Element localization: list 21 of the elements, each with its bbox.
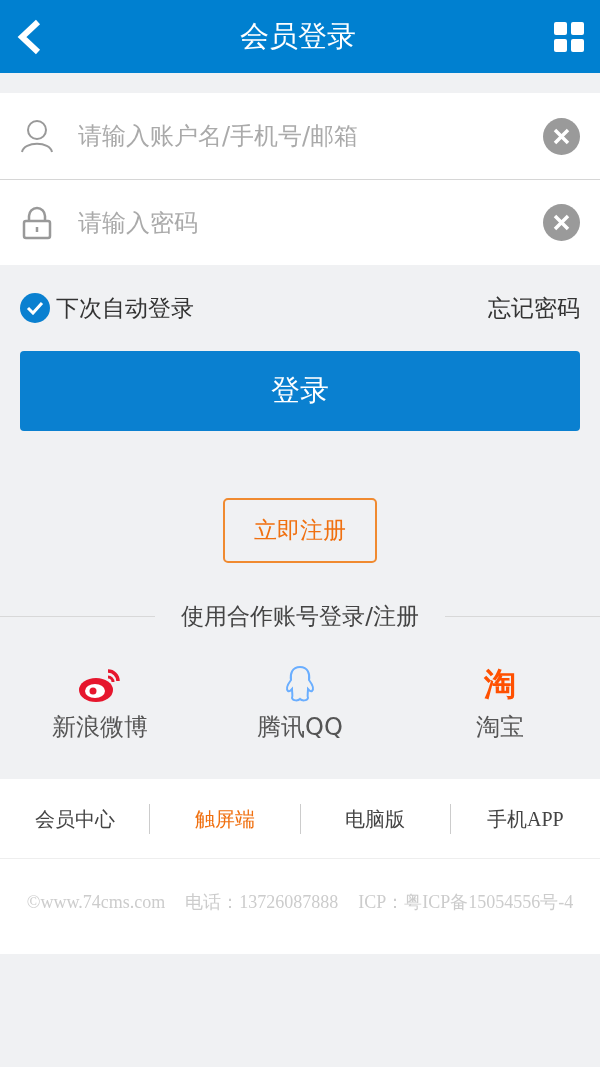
footer-link[interactable]: 会员中心 xyxy=(34,803,115,834)
back-icon[interactable] xyxy=(16,18,42,55)
partner-link[interactable]: 淘宝 xyxy=(476,709,524,745)
checkbox[interactable] xyxy=(20,293,50,323)
forgot-password-link[interactable]: 忘记密码 xyxy=(488,290,580,326)
input-field[interactable]: 请输入密码 xyxy=(78,204,543,241)
footer-link[interactable]: 电脑版 xyxy=(345,803,406,834)
lock-icon xyxy=(22,205,52,240)
check-icon xyxy=(26,301,44,315)
login-button[interactable]: 登录 xyxy=(20,351,580,431)
clear-icon[interactable] xyxy=(543,204,580,241)
page-title: 会员登录 xyxy=(240,17,356,55)
checkbox-label: 下次自动登录 xyxy=(56,293,194,323)
user-icon xyxy=(20,119,54,153)
grid-menu-icon[interactable] xyxy=(554,21,584,52)
input-field[interactable]: 请输入账户名/手机号/邮箱 xyxy=(78,118,543,154)
clear-icon[interactable] xyxy=(543,117,580,155)
section-heading: 使用合作账号登录/注册 xyxy=(180,601,420,631)
footer-link[interactable]: 手机APP xyxy=(487,803,564,834)
partner-link[interactable]: 新浪微博 xyxy=(52,709,148,745)
partner-link[interactable]: 腾讯QQ xyxy=(257,709,343,745)
